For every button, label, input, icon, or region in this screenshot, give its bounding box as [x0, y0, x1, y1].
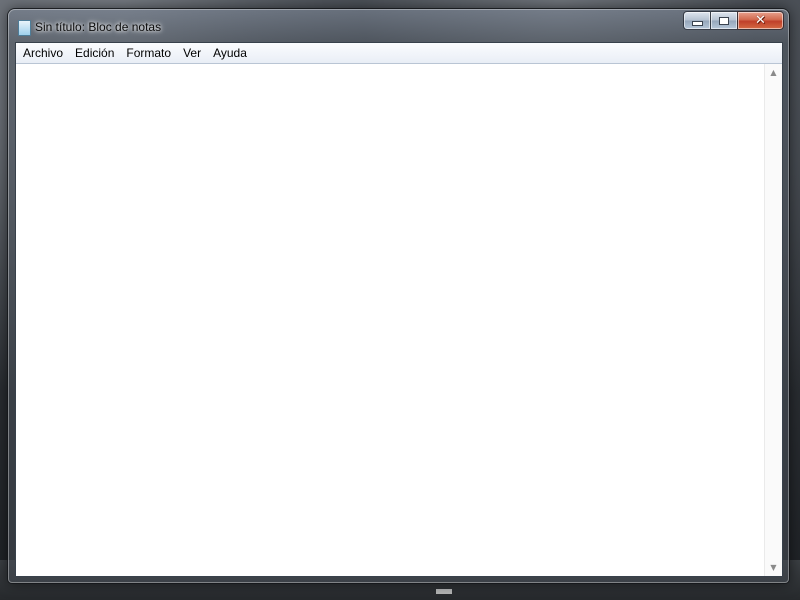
vertical-scrollbar[interactable]: ▲ ▼ [764, 64, 782, 576]
close-button[interactable]: ✕ [737, 11, 784, 30]
minimize-button[interactable] [683, 11, 710, 30]
menu-bar: Archivo Edición Formato Ver Ayuda [16, 43, 782, 64]
text-editor[interactable] [16, 64, 764, 576]
menu-edicion[interactable]: Edición [69, 44, 120, 62]
notepad-window: Sin título: Bloc de notas ✕ Archivo Edic… [8, 9, 789, 583]
caption-buttons: ✕ [683, 11, 784, 31]
close-icon: ✕ [755, 13, 766, 28]
scroll-up-icon[interactable]: ▲ [765, 64, 782, 81]
window-title: Sin título: Bloc de notas [35, 20, 162, 34]
maximize-icon [719, 16, 729, 25]
menu-archivo[interactable]: Archivo [17, 44, 69, 62]
menu-formato[interactable]: Formato [120, 44, 177, 62]
menu-ayuda[interactable]: Ayuda [207, 44, 253, 62]
desktop-background: Sin título: Bloc de notas ✕ Archivo Edic… [0, 0, 800, 600]
wallpaper-road-marking [436, 589, 452, 594]
scroll-down-icon[interactable]: ▼ [765, 559, 782, 576]
title-bar[interactable]: Sin título: Bloc de notas ✕ [8, 9, 789, 42]
maximize-button[interactable] [710, 11, 737, 30]
client-area: Archivo Edición Formato Ver Ayuda ▲ ▼ [15, 42, 783, 577]
notepad-icon[interactable] [18, 20, 31, 36]
menu-ver[interactable]: Ver [177, 44, 207, 62]
minimize-icon [691, 21, 703, 26]
editor-area: ▲ ▼ [16, 64, 782, 576]
